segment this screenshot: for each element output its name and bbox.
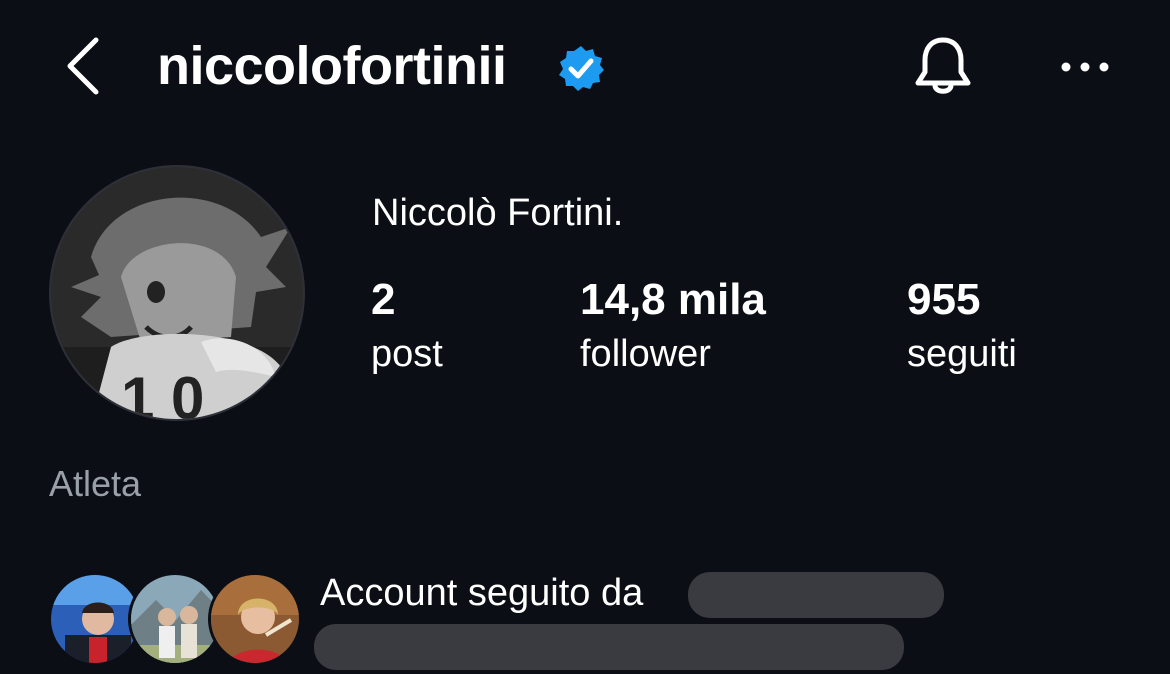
- following-count: 955: [907, 275, 981, 324]
- redaction-mark: [314, 624, 904, 670]
- chevron-left-icon: [67, 37, 99, 95]
- mutual-followers-text[interactable]: Account seguito da: [320, 570, 643, 616]
- notifications-button[interactable]: [910, 34, 976, 100]
- posts-label: post: [371, 333, 443, 375]
- followers-label: follower: [580, 333, 711, 375]
- more-horizontal-icon: [1061, 62, 1109, 72]
- followers-count: 14,8 mila: [580, 275, 766, 324]
- mutual-avatar: [208, 572, 302, 666]
- mutual-followers-avatars[interactable]: [48, 572, 302, 668]
- back-button[interactable]: [62, 34, 106, 98]
- profile-username: niccolofortinii: [157, 36, 507, 96]
- profile-avatar[interactable]: 1 0: [49, 165, 305, 421]
- posts-stat[interactable]: 2 post: [371, 274, 443, 380]
- bell-icon: [915, 37, 971, 94]
- posts-count: 2: [371, 275, 396, 324]
- display-name: Niccolò Fortini.: [372, 192, 624, 234]
- followers-stat[interactable]: 14,8 mila follower: [580, 274, 766, 380]
- profile-category: Atleta: [49, 463, 142, 504]
- redaction-mark: [688, 572, 944, 618]
- more-options-button[interactable]: [1058, 50, 1112, 84]
- avatar-illustration: 1 0: [51, 167, 303, 421]
- following-stat[interactable]: 955 seguiti: [907, 274, 1017, 380]
- svg-text:1 0: 1 0: [121, 365, 204, 421]
- verified-badge-icon: [559, 46, 604, 91]
- following-label: seguiti: [907, 333, 1017, 375]
